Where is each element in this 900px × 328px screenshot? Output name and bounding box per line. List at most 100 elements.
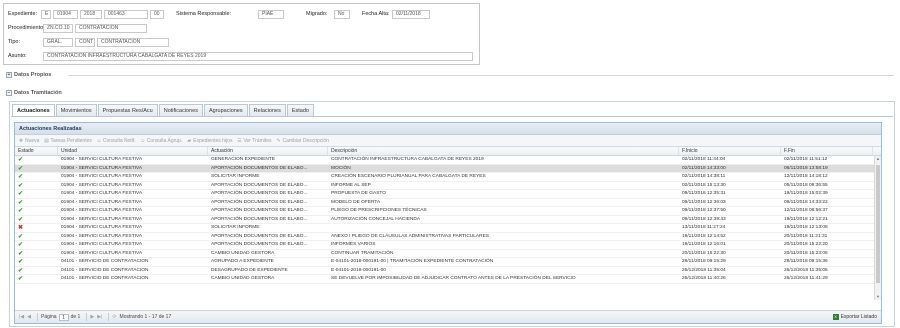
tipo-label: Tipo: <box>8 39 21 45</box>
cell-f-fin: 02/11/2018 11:51:12 <box>784 157 828 163</box>
fecha-alta-field[interactable]: 02/11/2018 <box>392 9 430 19</box>
table-row[interactable]: ✔ 01904 - SERVICI CULTURA FESTIVA APORTACI… <box>15 207 881 216</box>
cell-actuacion: APORTACIÓN DOCUMENTOS DE ELABO... <box>211 191 308 197</box>
tipo-code1-field[interactable]: GRAL. <box>43 37 73 47</box>
cell-estado: ✔ <box>15 190 58 198</box>
cell-unidad: 01904 - SERVICI CULTURA FESTIVA <box>61 157 143 163</box>
table-row[interactable]: ✔ 04101 - SERVICIO DE CONTRATACION DESAGRU… <box>15 267 881 275</box>
view-steps-button[interactable]: ☰ Ver Trámites <box>236 138 271 144</box>
expediente-year-field[interactable]: 2018 <box>80 9 102 19</box>
check-icon: ✔ <box>18 199 24 206</box>
table-row[interactable]: ✔ 01904 - SERVICI CULTURA FESTIVA APORTACI… <box>15 233 881 241</box>
cell-descripcion: MOCIÓN <box>331 165 351 171</box>
prev-page-icon[interactable]: ◀ <box>27 314 31 320</box>
notif-button[interactable]: ☺ Consulta Notif. <box>96 137 136 144</box>
expand-icon[interactable]: + <box>6 72 12 78</box>
table-row[interactable]: ✔ 01904 - SERVICI CULTURA FESTIVA APORTACI… <box>15 216 881 224</box>
table-row[interactable]: ✔ 01904 - SERVICI CULTURA FESTIVA APORTACI… <box>15 164 881 173</box>
scroll-down-icon[interactable]: ▼ <box>875 294 881 300</box>
check-icon: ✔ <box>18 157 24 164</box>
refresh-icon[interactable]: ⟳ <box>112 314 116 320</box>
col-f-fin[interactable]: F.Fin <box>781 147 873 155</box>
child-files-button[interactable]: ▰ Expedientes hijos <box>186 138 232 144</box>
col-unidad[interactable]: Unidad <box>58 147 208 155</box>
migrado-field[interactable]: No <box>334 9 350 19</box>
cell-estado: ✔ <box>15 258 58 266</box>
last-page-icon[interactable]: ▶| <box>97 314 102 320</box>
cell-f-fin: 09/11/2018 14:33:22 <box>784 199 828 205</box>
tipo-code2-field[interactable]: CONT <box>75 37 95 47</box>
check-icon: ✔ <box>18 182 24 189</box>
cross-icon: ✖ <box>18 225 24 232</box>
agrup-button[interactable]: ☺ Consulta Agrup. <box>140 138 182 144</box>
view-steps-label: Ver Trámites <box>243 137 272 144</box>
check-icon: ✔ <box>18 208 24 215</box>
tab-estado[interactable]: Estado <box>286 104 314 116</box>
cell-descripcion <box>328 224 679 232</box>
cell-f-fin: 19/11/2018 12:13:08 <box>784 225 828 231</box>
scroll-thumb[interactable] <box>876 165 880 283</box>
col-estado[interactable]: Estado <box>15 147 58 155</box>
cell-f-inicio: 02/11/2018 14:33:00 <box>682 165 726 171</box>
datos-propios-header[interactable]: + Datos Propios <box>6 72 51 78</box>
cell-estado: ✔ <box>15 165 58 173</box>
responsable-field[interactable]: PIAE <box>258 9 284 19</box>
cell-f-fin: 20/11/2018 15:22:20 <box>784 242 828 248</box>
cell-f-inicio: 02/11/2018 11:44:04 <box>682 157 726 163</box>
tab-movimientos[interactable]: Movimientos <box>55 104 97 116</box>
expediente-e-field[interactable]: E <box>41 9 51 19</box>
pending-tasks-button[interactable]: ▤ Tareas Pendientes <box>43 138 92 144</box>
table-row[interactable]: ✔ 01904 - SERVICI CULTURA FESTIVA SOLICITA… <box>15 173 881 182</box>
table-row[interactable]: ✔ 01904 - SERVICI CULTURA FESTIVA APORTACI… <box>15 190 881 199</box>
expediente-suffix-field[interactable]: 00 <box>150 9 164 19</box>
export-button[interactable]: X Exportar Listado <box>832 314 877 320</box>
tab-notificaciones[interactable]: Notificaciones <box>158 104 203 116</box>
tab-propuestas[interactable]: Propuestas Res/Acu <box>97 104 158 116</box>
tipo-name-field[interactable]: CONTRATACION <box>97 37 169 47</box>
grid-column-headers: Estado Unidad Actuación Descripción F.In… <box>15 147 881 156</box>
cell-unidad: 04101 - SERVICIO DE CONTRATACION <box>61 259 149 265</box>
cell-unidad: 01904 - SERVICI CULTURA FESTIVA <box>61 182 143 188</box>
cell-estado: ✔ <box>15 241 58 249</box>
cell-f-inicio: 26/12/2018 11:35:04 <box>682 267 726 273</box>
next-page-icon[interactable]: ▶ <box>90 314 94 320</box>
cell-actuacion: CAMBIO UNIDAD GESTORA <box>211 250 275 256</box>
page-input[interactable]: 1 <box>58 313 69 321</box>
datos-tramitacion-label: Datos Tramitación <box>14 90 62 96</box>
notif-label: Consulta Notif. <box>102 137 136 144</box>
table-row[interactable]: ✔ 01904 - SERVICI CULTURA FESTIVA APORTACI… <box>15 182 881 190</box>
table-row[interactable]: ✔ 04101 - SERVICIO DE CONTRATACION AGRUPAD… <box>15 258 881 267</box>
vertical-scrollbar[interactable]: ▲ ▼ <box>874 156 881 300</box>
tab-relaciones[interactable]: Relaciones <box>248 104 286 116</box>
procedimiento-name-field[interactable]: CONTRATACIÓN <box>75 23 147 33</box>
scroll-up-icon[interactable]: ▲ <box>875 156 881 162</box>
cell-actuacion: SOLICITAR INFORME <box>211 225 260 231</box>
procedimiento-code-field[interactable]: ZN.CO.10 <box>43 23 73 33</box>
first-page-icon[interactable]: |◀ <box>19 314 24 320</box>
folder-icon: ▰ <box>187 137 192 144</box>
cell-estado: ✔ <box>15 156 58 164</box>
col-f-inicio[interactable]: F.Inicio <box>679 147 781 155</box>
new-button[interactable]: ✚ Nueva <box>18 138 40 144</box>
page-label: Página <box>41 314 57 320</box>
table-row[interactable]: ✖ 01904 - SERVICI CULTURA FESTIVA SOLICITA… <box>15 224 881 233</box>
table-row[interactable]: ✔ 01904 - SERVICI CULTURA FESTIVA GENERACI… <box>15 156 881 165</box>
asunto-field[interactable]: CONTRATACIÓN INFRAESTRUCTURA CABALGATA D… <box>43 51 473 61</box>
table-row[interactable]: ✔ 01904 - SERVICI CULTURA FESTIVA CAMBIO U… <box>15 250 881 258</box>
fecha-alta-label: Fecha Alta: <box>362 11 390 17</box>
col-descripcion[interactable]: Descripción <box>328 147 679 155</box>
cell-f-fin: 26/12/2018 11:41:29 <box>784 276 828 282</box>
table-row[interactable]: ✔ 01904 - SERVICI CULTURA FESTIVA APORTACI… <box>15 199 881 207</box>
table-row[interactable]: ✔ 04101 - SERVICIO DE CONTRATACION CAMBIO … <box>15 275 881 284</box>
change-desc-button[interactable]: ✎ Cambiar Descripción <box>276 138 329 144</box>
cell-descripcion: SE DEVUELVE POR IMPOSIBILIDAD DE ADJUDIC… <box>331 276 576 282</box>
collapse-icon[interactable]: − <box>6 90 12 96</box>
datos-tramitacion-header[interactable]: − Datos Tramitación <box>6 90 62 96</box>
table-row[interactable]: ✔ 01904 - SERVICI CULTURA FESTIVA APORTACI… <box>15 241 881 250</box>
cell-actuacion: SOLICITAR INFORME <box>211 174 260 180</box>
col-actuacion[interactable]: Actuación <box>208 147 328 155</box>
expediente-number-field[interactable]: 001463 <box>104 9 148 19</box>
cell-estado: ✔ <box>15 267 58 275</box>
expediente-unit-field[interactable]: 01904 <box>53 9 78 19</box>
tab-agrupaciones[interactable]: Agrupaciones <box>203 104 248 116</box>
